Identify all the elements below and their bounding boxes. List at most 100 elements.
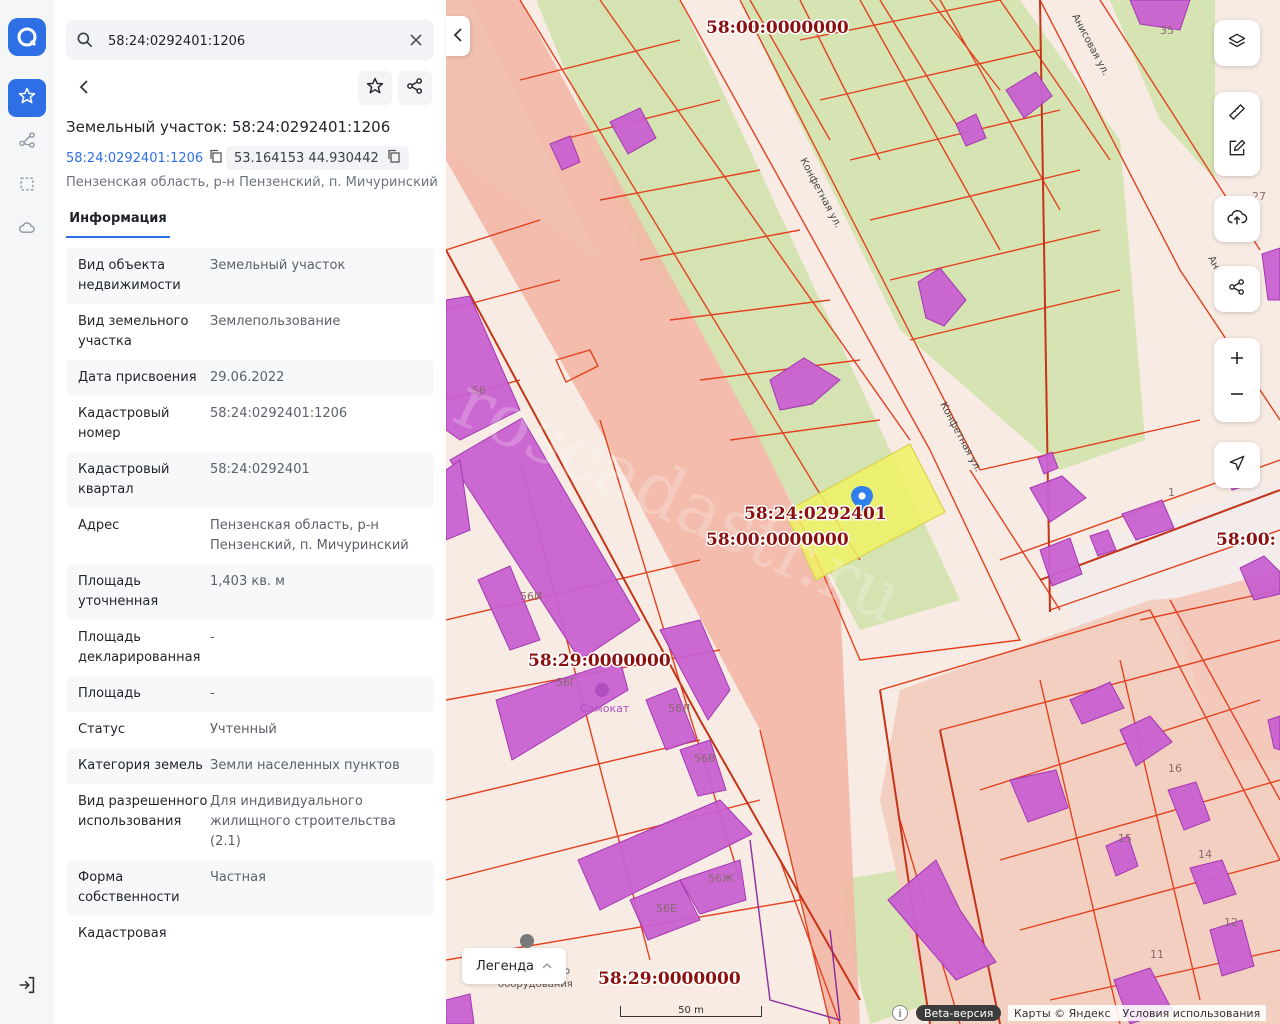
property-value: 58:24:0292401 — [210, 462, 310, 477]
share-icon — [405, 76, 425, 100]
layers-icon — [1227, 31, 1247, 55]
property-row: Площадь декларированная - — [66, 620, 434, 676]
favorites-button[interactable] — [8, 79, 46, 117]
property-key: Площадь декларированная — [78, 630, 201, 665]
properties-table: Вид объекта недвижимости Земельный участо… — [66, 248, 434, 958]
page-title: Земельный участок: 58:24:0292401:1206 — [66, 118, 391, 136]
cadastral-number-link[interactable]: 58:24:0292401:1206 — [66, 148, 223, 168]
map-attribution: Карты © Яндекс Условия использования — [1008, 1005, 1267, 1021]
house-number-label: 56Е — [656, 902, 677, 915]
property-value: Земли населенных пунктов — [210, 758, 400, 773]
property-key: Вид разрешенного использования — [78, 794, 208, 829]
property-key: Кадастровый квартал — [78, 462, 170, 497]
property-key: Категория земель — [78, 758, 203, 773]
property-value: 58:24:0292401:1206 — [210, 406, 348, 421]
property-value: - — [210, 686, 215, 701]
property-key: Вид земельного участка — [78, 314, 189, 349]
property-value — [210, 924, 422, 944]
quarter-label: 58:00: — [1216, 530, 1276, 550]
quarter-label: 58:24:0292401 — [744, 504, 887, 524]
scale-bar: 50 m — [620, 1006, 762, 1017]
quarter-label: 58:29:0000000 — [528, 651, 671, 671]
attribution-text[interactable]: Карты © Яндекс — [1014, 1007, 1111, 1020]
property-row: Вид объекта недвижимости Земельный участо… — [66, 248, 434, 304]
route-button[interactable] — [8, 123, 46, 161]
house-number-label: 56Л — [668, 702, 690, 715]
coordinates-text: 53.164153 44.930442 — [234, 150, 379, 166]
legend-button[interactable]: Легенда — [462, 948, 566, 984]
map-share-button[interactable] — [1214, 266, 1260, 312]
property-row: Вид разрешенного использования Для индиви… — [66, 784, 434, 860]
property-key: Кадастровая — [78, 926, 167, 941]
map-canvas[interactable]: Анисовая ул. Конфетная ул. Конфетная ул.… — [446, 0, 1280, 1024]
tab-information[interactable]: Информация — [66, 200, 170, 238]
cloud-button[interactable] — [8, 211, 46, 249]
close-icon[interactable] — [406, 30, 426, 50]
side-rail — [0, 0, 55, 1024]
property-row: Адрес Пензенская область, р-н Пензенский,… — [66, 508, 434, 564]
cadastral-number-text[interactable]: 58:24:0292401:1206 — [66, 151, 203, 166]
select-area-button[interactable] — [8, 167, 46, 205]
house-number-label: 12 — [1224, 916, 1238, 929]
info-panel: Земельный участок: 58:24:0292401:1206 58… — [54, 0, 446, 1024]
map-area[interactable]: Анисовая ул. Конфетная ул. Конфетная ул.… — [446, 0, 1280, 1024]
beta-badge: Beta-версия — [916, 1005, 1002, 1021]
coordinates-chip[interactable]: 53.164153 44.930442 — [226, 146, 409, 170]
upload-icon — [1226, 206, 1248, 232]
house-number-label: 56Г — [556, 676, 577, 689]
property-row: Площадь - — [66, 676, 434, 712]
chevron-left-icon — [453, 27, 463, 46]
quarter-label: 58:00:0000000 — [706, 530, 849, 550]
logo-icon[interactable] — [8, 18, 46, 56]
favorite-button[interactable] — [358, 71, 392, 105]
poi-label: Самокат — [580, 702, 630, 715]
property-value: Учтенный — [210, 722, 277, 737]
zoom-out-button[interactable] — [1214, 378, 1260, 414]
house-number-label: 1 — [1168, 486, 1175, 499]
legend-label: Легенда — [475, 958, 535, 974]
property-value: Землепользование — [210, 314, 341, 329]
house-number-label: 56Ж — [708, 872, 734, 885]
star-icon — [365, 76, 385, 100]
collapse-panel-button[interactable] — [446, 16, 470, 56]
tools-group — [1214, 92, 1260, 176]
quarter-label: 58:29:0000000 — [598, 969, 741, 989]
ruler-button[interactable] — [1214, 96, 1260, 132]
copy-icon[interactable] — [387, 149, 401, 167]
info-icon[interactable]: i — [892, 1005, 908, 1021]
property-row: Вид земельного участка Землепользование — [66, 304, 434, 360]
upload-button[interactable] — [1214, 196, 1260, 242]
search-input[interactable] — [106, 20, 400, 62]
house-number-label: 56И — [520, 590, 542, 603]
ruler-icon — [1227, 102, 1247, 126]
property-row: Площадь уточненная 1,403 кв. м — [66, 564, 434, 620]
property-row: Кадастровая — [66, 916, 434, 952]
zoom-in-icon — [1229, 350, 1245, 370]
terms-link[interactable]: Условия использования — [1123, 1007, 1261, 1020]
logout-button[interactable] — [14, 974, 40, 1000]
layers-button[interactable] — [1214, 20, 1260, 66]
edit-button[interactable] — [1214, 132, 1260, 168]
house-number-label: 11 — [1150, 948, 1164, 961]
locate-button[interactable] — [1214, 442, 1260, 488]
house-number-label: 14 — [1198, 848, 1212, 861]
zoom-in-button[interactable] — [1214, 342, 1260, 378]
edit-icon — [1227, 138, 1247, 162]
share-button[interactable] — [398, 71, 432, 105]
house-number-label: 15 — [1118, 832, 1132, 845]
star-icon — [17, 86, 37, 110]
parcel-address: Пензенская область, р-н Пензенский, п. М… — [66, 175, 438, 190]
chevron-up-icon — [542, 959, 552, 974]
search-icon[interactable] — [74, 29, 96, 51]
property-value: 1,403 кв. м — [210, 574, 285, 589]
property-key: Вид объекта недвижимости — [78, 258, 181, 293]
house-number-label: 16 — [1168, 762, 1182, 775]
copy-icon[interactable] — [209, 149, 223, 167]
property-key: Кадастровый номер — [78, 406, 170, 441]
back-button[interactable] — [68, 72, 102, 106]
property-row: Кадастровый квартал 58:24:0292401 — [66, 452, 434, 508]
back-icon — [77, 79, 93, 99]
property-key: Площадь — [78, 686, 141, 701]
property-value: Земельный участок — [210, 258, 346, 273]
navigate-icon — [1227, 453, 1247, 477]
